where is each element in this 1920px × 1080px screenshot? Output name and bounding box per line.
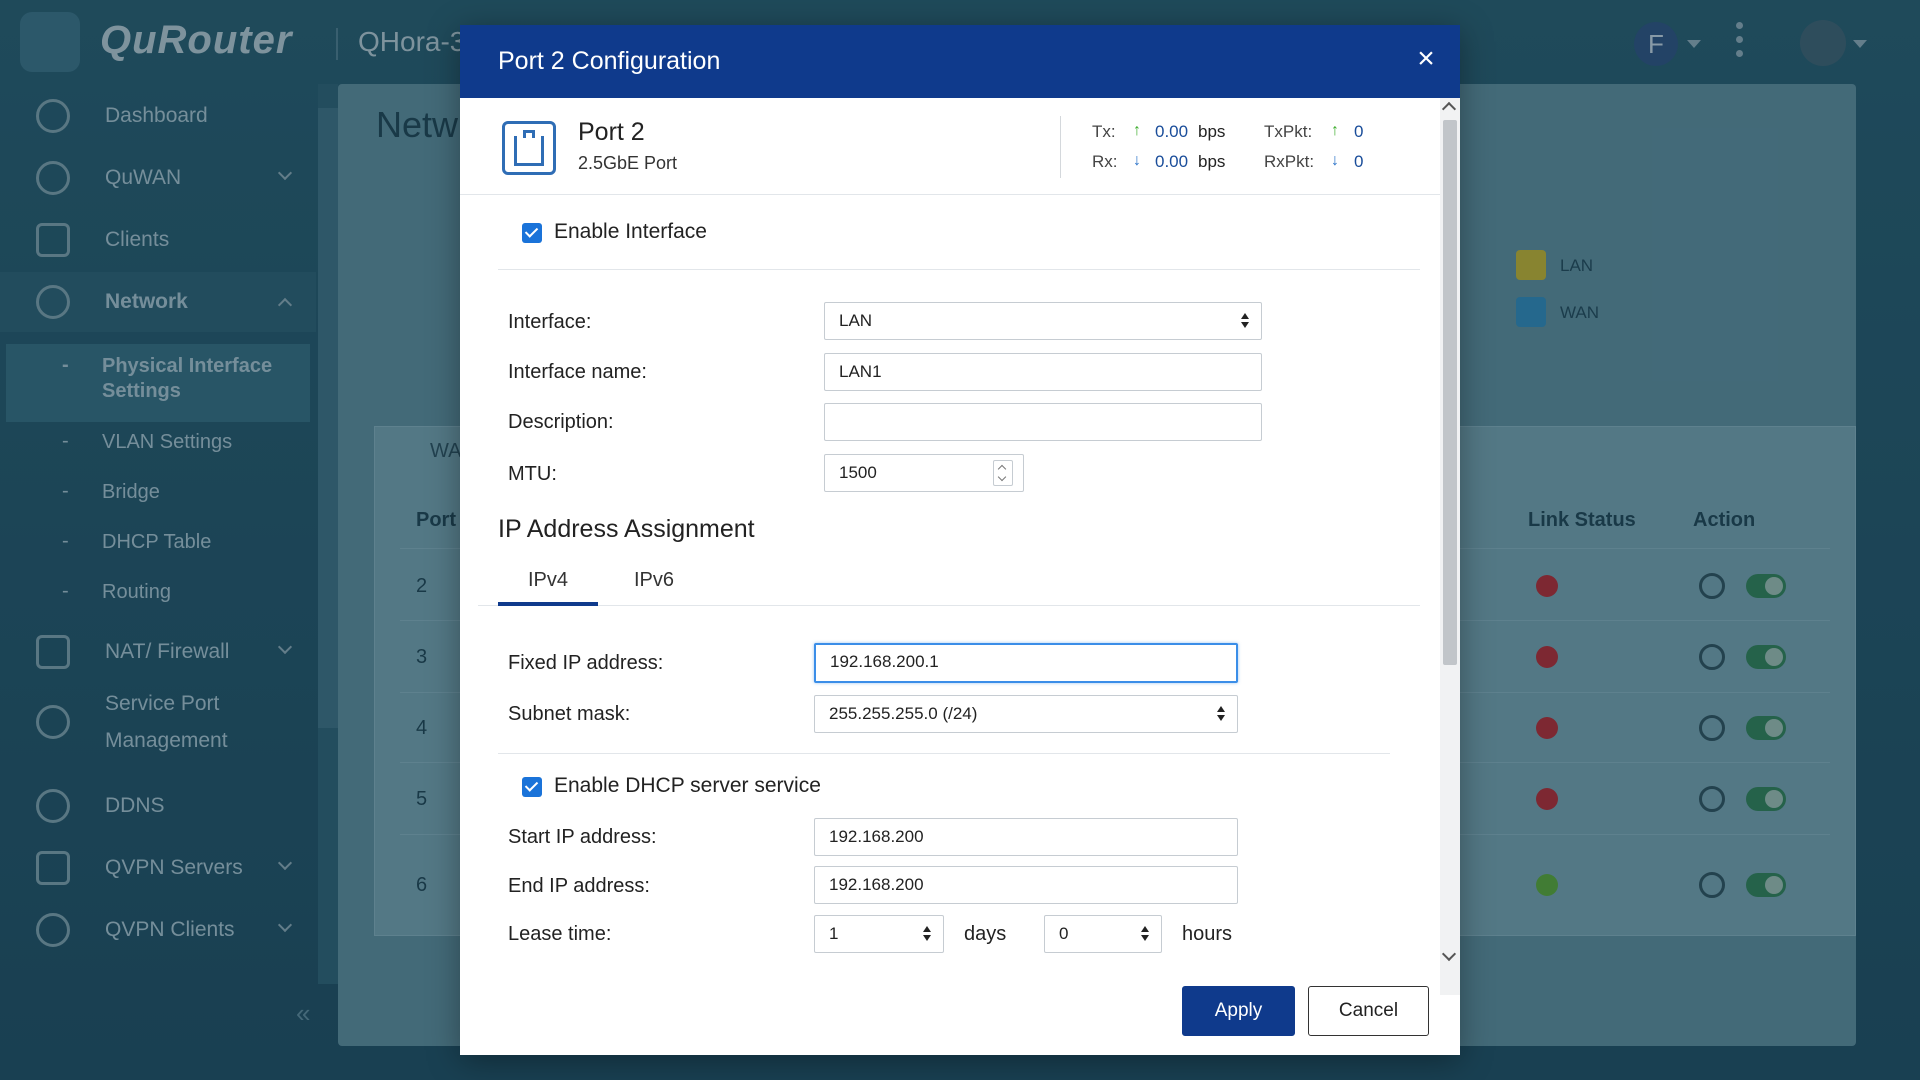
lease-days-unit: days	[964, 923, 1007, 945]
dialog-title: Port 2 Configuration	[498, 47, 721, 75]
port-configuration-dialog: Port 2 Configuration × Port 2 2.5GbE Por…	[460, 25, 1460, 1055]
port-type: 2.5GbE Port	[578, 153, 678, 173]
ethernet-port-icon	[502, 121, 556, 175]
lease-days-select[interactable]: 1	[814, 915, 944, 953]
mtu-stepper[interactable]: 1500	[824, 454, 1024, 492]
lease-time-label: Lease time:	[508, 923, 612, 945]
stepper-arrows-icon[interactable]	[993, 460, 1013, 486]
arrow-up-icon: ↑	[1133, 122, 1141, 139]
description-label: Description:	[508, 411, 614, 433]
select-arrows-icon	[923, 926, 931, 942]
select-arrows-icon	[1241, 313, 1249, 329]
port-summary: Port 2 2.5GbE Port Tx: ↑ 0.00 bps Rx: ↓ …	[460, 98, 1440, 195]
interface-select[interactable]: LAN	[824, 302, 1262, 340]
port-name: Port 2	[578, 118, 645, 146]
interface-label: Interface:	[508, 311, 592, 333]
rx-label: Rx:	[1092, 152, 1118, 171]
txpkt-value: 0	[1354, 122, 1364, 141]
fixed-ip-label: Fixed IP address:	[508, 652, 664, 674]
subnet-mask-select[interactable]: 255.255.255.0 (/24)	[814, 695, 1238, 733]
start-ip-label: Start IP address:	[508, 826, 657, 848]
dialog-scrollbar-thumb[interactable]	[1443, 120, 1457, 665]
rx-value: 0.00	[1155, 152, 1189, 171]
ip-assignment-heading: IP Address Assignment	[498, 515, 755, 543]
fixed-ip-input[interactable]: 192.168.200.1	[814, 643, 1238, 683]
close-icon[interactable]: ×	[1406, 39, 1446, 79]
tx-label: Tx:	[1092, 122, 1116, 141]
tab-ipv4[interactable]: IPv4	[498, 569, 598, 592]
enable-dhcp-label: Enable DHCP server service	[554, 774, 821, 797]
enable-interface-checkbox[interactable]	[522, 223, 542, 243]
tx-value: 0.00	[1155, 122, 1189, 141]
dialog-header: Port 2 Configuration ×	[460, 25, 1460, 98]
end-ip-label: End IP address:	[508, 875, 650, 897]
interface-name-label: Interface name:	[508, 361, 647, 383]
enable-dhcp-checkbox[interactable]	[522, 777, 542, 797]
mtu-label: MTU:	[508, 463, 557, 485]
divider	[1060, 116, 1061, 178]
lease-hours-unit: hours	[1182, 923, 1233, 945]
arrow-up-icon: ↑	[1331, 122, 1339, 139]
txpkt-label: TxPkt:	[1264, 122, 1313, 141]
tab-ipv6[interactable]: IPv6	[604, 569, 704, 592]
dialog-body: Enable Interface Interface: LAN Interfac…	[460, 195, 1440, 995]
select-arrows-icon	[1141, 926, 1149, 942]
select-arrows-icon	[1217, 706, 1225, 722]
rxpkt-label: RxPkt:	[1264, 152, 1315, 171]
cancel-button[interactable]: Cancel	[1308, 986, 1429, 1036]
interface-name-input[interactable]: LAN1	[824, 353, 1262, 391]
lease-hours-select[interactable]: 0	[1044, 915, 1162, 953]
arrow-down-icon: ↓	[1133, 152, 1141, 169]
rx-unit: bps	[1198, 152, 1226, 171]
subnet-mask-label: Subnet mask:	[508, 703, 631, 725]
end-ip-input[interactable]: 192.168.200	[814, 866, 1238, 904]
description-input[interactable]	[824, 403, 1262, 441]
rxpkt-value: 0	[1354, 152, 1364, 171]
enable-interface-label: Enable Interface	[554, 220, 707, 243]
divider	[498, 753, 1390, 754]
active-tab-indicator	[498, 602, 598, 606]
arrow-down-icon: ↓	[1331, 152, 1339, 169]
start-ip-input[interactable]: 192.168.200	[814, 818, 1238, 856]
tx-unit: bps	[1198, 122, 1226, 141]
tab-baseline	[478, 605, 1420, 606]
apply-button[interactable]: Apply	[1182, 986, 1295, 1036]
divider	[498, 269, 1420, 270]
